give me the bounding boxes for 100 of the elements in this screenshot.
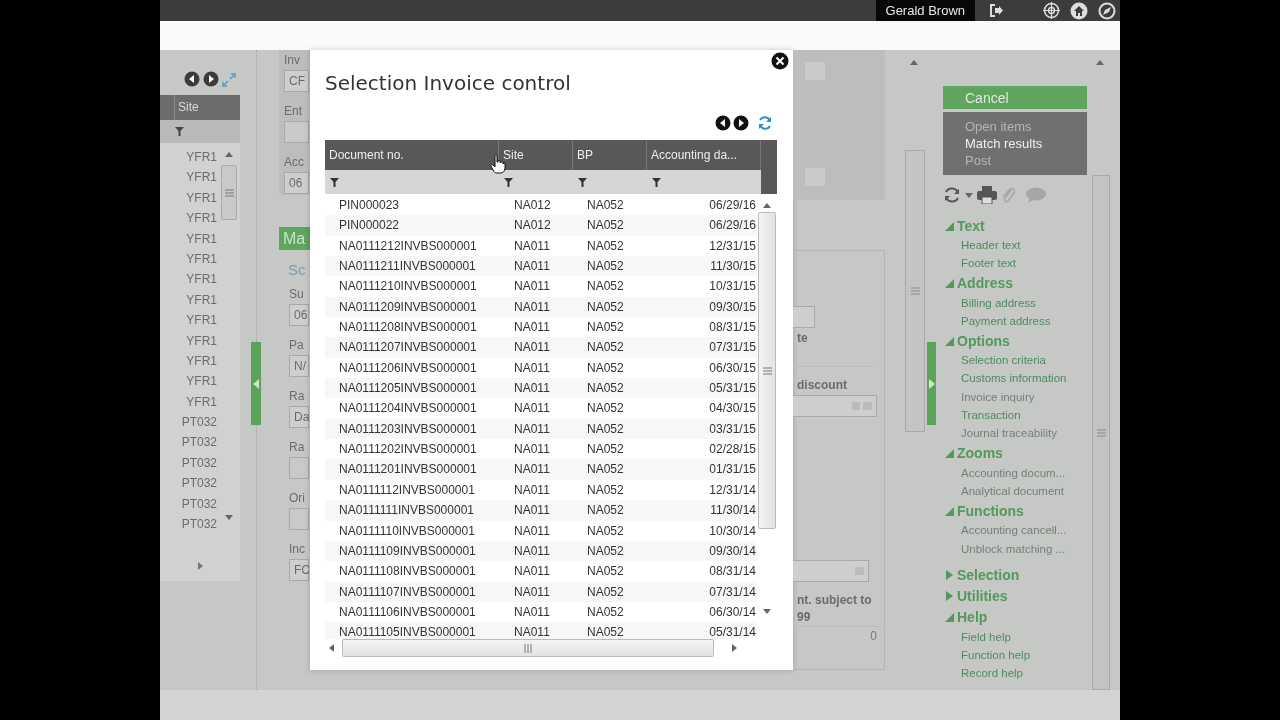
table-cell-text: 05/31/15	[708, 380, 757, 398]
filter-icon[interactable]	[330, 177, 339, 187]
next-icon[interactable]	[733, 115, 749, 131]
filter-icon[interactable]	[578, 177, 587, 187]
refresh-icon[interactable]	[943, 186, 961, 204]
input-field[interactable]	[284, 121, 309, 143]
crosshair-icon[interactable]	[1043, 2, 1060, 19]
table-cell-text: NA012	[513, 197, 552, 214]
table-cell-text: NA052	[586, 522, 625, 540]
compass-icon[interactable]	[1098, 1, 1116, 20]
input-field[interactable]: 06	[284, 172, 309, 194]
scroll-up-icon[interactable]	[225, 152, 233, 157]
menu-link[interactable]: Field help	[943, 627, 1088, 647]
menu-link[interactable]: Payment address	[943, 311, 1088, 331]
section-heading[interactable]: Functions	[957, 502, 1024, 519]
menu-link[interactable]: Customs information	[943, 369, 1088, 388]
section-heading[interactable]: Address	[957, 275, 1014, 292]
table-cell-text: 09/30/15	[708, 298, 757, 316]
collapse-handle[interactable]	[251, 342, 261, 425]
section-heading[interactable]: Selection	[957, 567, 1020, 584]
table-cell-text: PT032	[180, 454, 218, 472]
table-cell-text: YFR1	[185, 149, 218, 166]
paperclip-icon[interactable]	[1001, 186, 1015, 204]
input-field[interactable]: N/	[289, 355, 309, 377]
scrollbar-thumb[interactable]	[342, 639, 714, 657]
next-icon[interactable]	[203, 71, 219, 87]
table-cell-text: NA0111208INVBS000001	[338, 319, 478, 337]
input-field[interactable]: 06	[289, 304, 309, 326]
menu-link[interactable]: Record help	[943, 664, 1088, 683]
field-label: te	[796, 330, 809, 347]
table-cell-text: 06/29/16	[708, 217, 757, 235]
menu-link[interactable]: Selection criteria	[943, 351, 1088, 370]
scroll-up-icon[interactable]	[763, 203, 771, 208]
logout-icon[interactable]	[989, 3, 1003, 18]
scroll-down-icon[interactable]	[763, 609, 771, 614]
scrollbar-thumb[interactable]	[758, 212, 776, 529]
menu-link[interactable]: Footer text	[943, 254, 1088, 273]
refresh-icon[interactable]	[757, 115, 773, 131]
input-field[interactable]	[289, 457, 309, 479]
scroll-up-icon[interactable]	[1096, 60, 1105, 65]
menu-link[interactable]: Billing address	[943, 293, 1088, 312]
scrollbar-thumb[interactable]	[1092, 175, 1111, 690]
action-item[interactable]: Match results	[965, 135, 1088, 152]
collapsed-triangle-icon[interactable]	[943, 569, 955, 582]
right-arrow-icon	[928, 378, 935, 389]
table-cell-text: 02/28/15	[708, 441, 757, 459]
filter-icon[interactable]	[175, 127, 184, 136]
section-heading[interactable]: Zooms	[957, 445, 1003, 462]
close-icon[interactable]	[771, 52, 789, 70]
table-cell-text: NA052	[586, 359, 625, 377]
input-field[interactable]	[793, 560, 869, 582]
table-cell-text: YFR1	[185, 250, 218, 268]
input-field[interactable]: Da	[289, 406, 309, 428]
section-heading[interactable]: Text	[957, 217, 985, 234]
table-cell-text: NA052	[586, 583, 625, 601]
collapsed-triangle-icon[interactable]	[943, 590, 955, 603]
table-cell-text: YFR1	[185, 230, 218, 248]
expand-handle[interactable]	[927, 342, 936, 425]
expanded-triangle-icon[interactable]	[943, 277, 955, 290]
expanded-triangle-icon[interactable]	[943, 611, 955, 624]
dropdown-caret-icon[interactable]	[965, 192, 973, 198]
scroll-down-icon[interactable]	[225, 515, 233, 520]
filter-icon[interactable]	[504, 177, 513, 187]
printer-icon[interactable]	[977, 186, 997, 204]
scroll-right-icon[interactable]	[197, 562, 203, 570]
scroll-right-icon[interactable]	[732, 644, 737, 652]
input-field[interactable]: CF	[284, 70, 309, 92]
previous-icon[interactable]	[715, 115, 731, 131]
table-cell-text: YFR1	[185, 210, 218, 228]
table-cell-text: NA011	[513, 624, 551, 639]
table-cell-text: NA011	[513, 339, 551, 357]
total-value: 0	[793, 626, 885, 645]
input-field[interactable]	[793, 395, 877, 417]
table-cell-text: NA0111201INVBS000001	[338, 461, 478, 479]
home-icon[interactable]	[1070, 1, 1088, 20]
input-field[interactable]	[793, 306, 815, 328]
menu-link[interactable]: Header text	[943, 236, 1088, 255]
section-heading[interactable]: Utilities	[957, 588, 1008, 605]
menu-link[interactable]: Function help	[943, 646, 1088, 665]
table-cell-text: NA0111108INVBS000001	[338, 563, 477, 581]
scroll-up-icon[interactable]	[910, 60, 918, 65]
expanded-triangle-icon[interactable]	[943, 447, 955, 460]
previous-icon[interactable]	[184, 71, 200, 87]
scrollbar-thumb[interactable]	[905, 150, 925, 432]
input-field[interactable]	[289, 508, 309, 530]
table-cell-text: 06/30/15	[708, 359, 757, 377]
cancel-button[interactable]: Cancel	[943, 86, 1088, 109]
user-name[interactable]: Gerald Brown	[875, 0, 975, 21]
field-label: discount	[796, 377, 848, 394]
table-cell-text: NA052	[586, 400, 625, 418]
table-cell-text: YFR1	[185, 332, 218, 350]
scroll-left-icon[interactable]	[329, 644, 334, 652]
table-cell-text: NA052	[586, 563, 625, 581]
menu-link[interactable]: Transaction	[943, 406, 1088, 425]
input-field[interactable]: FC	[289, 559, 309, 581]
table-cell-text: NA052	[586, 542, 625, 560]
section-heading[interactable]: Help	[957, 609, 988, 626]
scrollbar-thumb[interactable]	[221, 165, 237, 220]
section-heading[interactable]: Options	[957, 332, 1010, 349]
filter-icon[interactable]	[652, 177, 661, 187]
